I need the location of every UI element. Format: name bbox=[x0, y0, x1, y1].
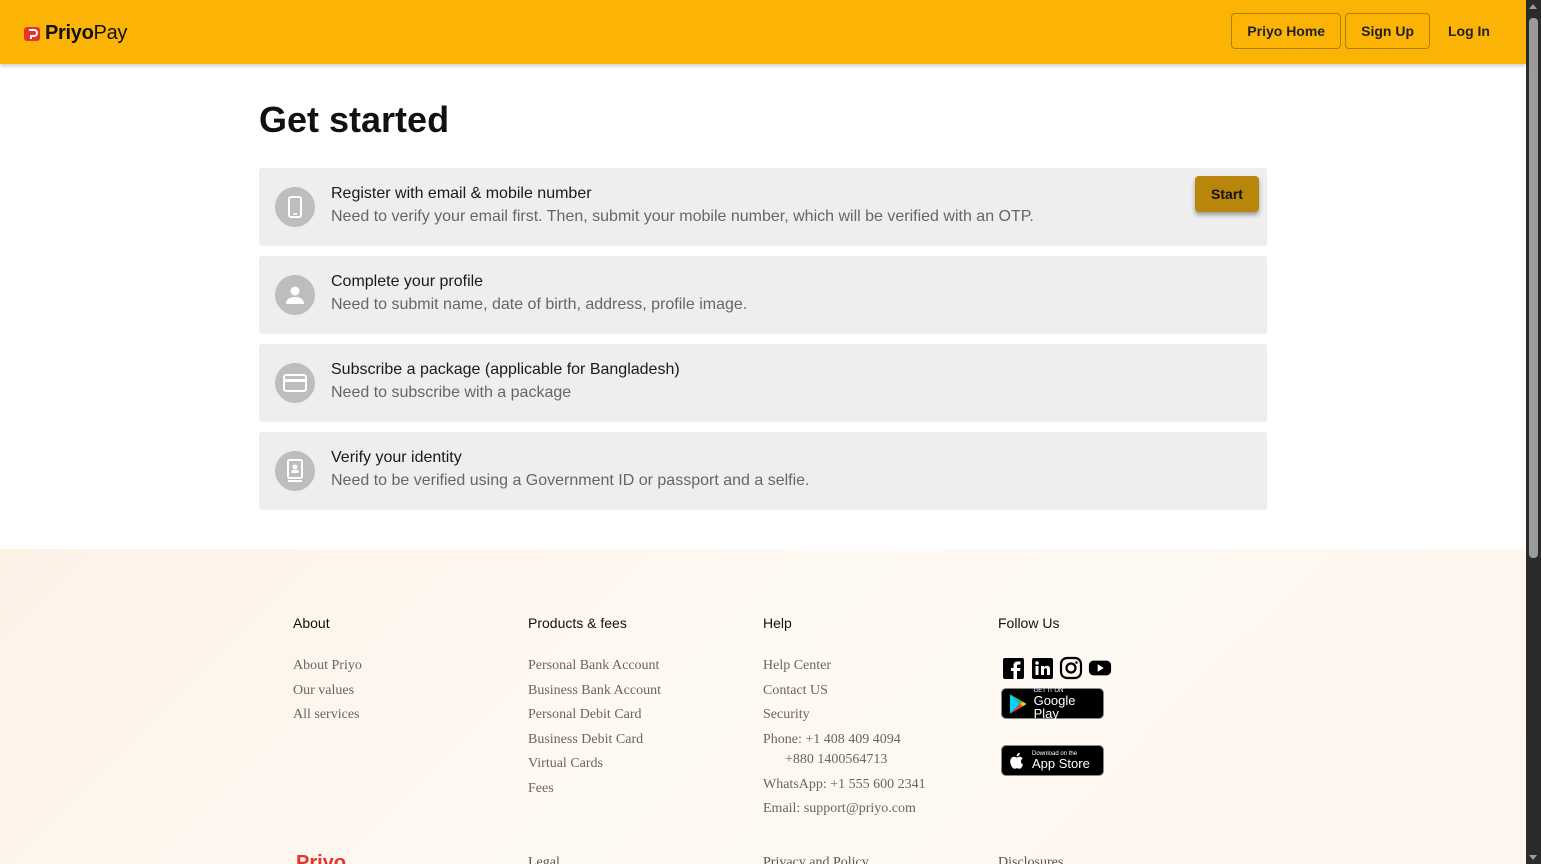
linkedin-icon[interactable] bbox=[1030, 656, 1054, 680]
link-virtual-cards[interactable]: Virtual Cards bbox=[528, 755, 661, 773]
scroll-up-arrow-icon[interactable] bbox=[1529, 4, 1537, 9]
footer-help: Help Help Center Contact US Security Pho… bbox=[763, 615, 926, 825]
social-links bbox=[1001, 656, 1112, 680]
page-title: Get started bbox=[259, 99, 450, 140]
logo-text-priyo: Priyo bbox=[45, 22, 94, 44]
step-title: Subscribe a package (applicable for Bang… bbox=[331, 361, 680, 378]
link-help-center[interactable]: Help Center bbox=[763, 657, 926, 675]
id-badge-icon bbox=[275, 451, 315, 491]
step-description: Need to be verified using a Government I… bbox=[331, 472, 810, 489]
facebook-icon[interactable] bbox=[1001, 656, 1025, 680]
step-title: Register with email & mobile number bbox=[331, 185, 592, 202]
main-content: Get started Register with email & mobile… bbox=[259, 64, 1267, 520]
priyo-logo-icon bbox=[24, 26, 40, 41]
priyo-home-button[interactable]: Priyo Home bbox=[1231, 13, 1342, 49]
steps-list: Register with email & mobile number Need… bbox=[259, 168, 1267, 510]
footer-products: Products & fees Personal Bank Account Bu… bbox=[528, 615, 661, 804]
link-business-debit-card[interactable]: Business Debit Card bbox=[528, 731, 661, 749]
link-security[interactable]: Security bbox=[763, 706, 926, 724]
footer-priyo-logo[interactable]: Priyo bbox=[296, 852, 346, 864]
priyo-pay-logo[interactable]: Priyo Pay bbox=[24, 22, 127, 45]
log-in-button[interactable]: Log In bbox=[1434, 13, 1504, 49]
logo-text-pay: Pay bbox=[93, 22, 128, 44]
card-icon bbox=[275, 363, 315, 403]
footer-heading-about: About bbox=[293, 615, 330, 631]
footer-follow: Follow Us GET IT ON Google Play Download… bbox=[998, 615, 1112, 776]
step-title: Complete your profile bbox=[331, 273, 484, 290]
link-our-values[interactable]: Our values bbox=[293, 682, 362, 700]
google-play-text: Google Play bbox=[1033, 692, 1076, 721]
phone-icon bbox=[275, 187, 315, 227]
footer-heading-follow: Follow Us bbox=[998, 615, 1060, 631]
link-legal[interactable]: Legal bbox=[528, 855, 560, 864]
phone-number[interactable]: Phone: +1 408 409 4094 bbox=[763, 731, 926, 749]
link-business-bank-account[interactable]: Business Bank Account bbox=[528, 682, 661, 700]
link-disclosures[interactable]: Disclosures bbox=[998, 855, 1063, 864]
step-description: Need to verify your email first. Then, s… bbox=[331, 208, 1034, 225]
sign-up-button[interactable]: Sign Up bbox=[1345, 13, 1430, 49]
link-all-services[interactable]: All services bbox=[293, 706, 362, 724]
google-play-badge[interactable]: GET IT ON Google Play bbox=[1001, 688, 1104, 721]
step-identity: Verify your identity Need to be verified… bbox=[259, 432, 1267, 510]
app-store-badge[interactable]: Download on the App Store bbox=[1001, 745, 1104, 776]
step-description: Need to subscribe with a package bbox=[331, 384, 572, 401]
app-store-text: App Store bbox=[1032, 756, 1090, 771]
whatsapp-number[interactable]: WhatsApp: +1 555 600 2341 bbox=[763, 776, 926, 794]
footer-heading-help: Help bbox=[763, 615, 792, 631]
support-email[interactable]: Email: support@priyo.com bbox=[763, 800, 926, 818]
step-description: Need to submit name, date of birth, addr… bbox=[331, 296, 748, 313]
link-contact-us[interactable]: Contact US bbox=[763, 682, 926, 700]
step-package: Subscribe a package (applicable for Bang… bbox=[259, 344, 1267, 422]
link-personal-bank-account[interactable]: Personal Bank Account bbox=[528, 657, 661, 675]
vertical-scrollbar[interactable] bbox=[1526, 0, 1541, 864]
step-register: Register with email & mobile number Need… bbox=[259, 168, 1267, 246]
start-button[interactable]: Start bbox=[1195, 176, 1259, 212]
footer-heading-products: Products & fees bbox=[528, 615, 627, 631]
person-icon bbox=[275, 275, 315, 315]
link-fees[interactable]: Fees bbox=[528, 780, 661, 798]
footer-about: About About Priyo Our values All service… bbox=[293, 615, 362, 731]
step-title: Verify your identity bbox=[331, 449, 462, 466]
footer: About About Priyo Our values All service… bbox=[0, 549, 1526, 864]
link-about-priyo[interactable]: About Priyo bbox=[293, 657, 362, 675]
scrollbar-thumb[interactable] bbox=[1529, 18, 1538, 558]
instagram-icon[interactable] bbox=[1059, 656, 1083, 680]
phone-number-bd[interactable]: +880 1400564713 bbox=[763, 751, 926, 769]
header-nav: Priyo Home Sign Up Log In bbox=[1231, 13, 1504, 49]
top-header: Priyo Pay Priyo Home Sign Up Log In bbox=[0, 0, 1526, 64]
google-play-icon bbox=[1009, 693, 1027, 714]
youtube-icon[interactable] bbox=[1088, 656, 1112, 680]
link-privacy-policy[interactable]: Privacy and Policy bbox=[763, 855, 869, 864]
step-profile: Complete your profile Need to submit nam… bbox=[259, 256, 1267, 334]
scroll-down-arrow-icon[interactable] bbox=[1529, 855, 1537, 860]
link-personal-debit-card[interactable]: Personal Debit Card bbox=[528, 706, 661, 724]
apple-icon bbox=[1010, 752, 1023, 769]
